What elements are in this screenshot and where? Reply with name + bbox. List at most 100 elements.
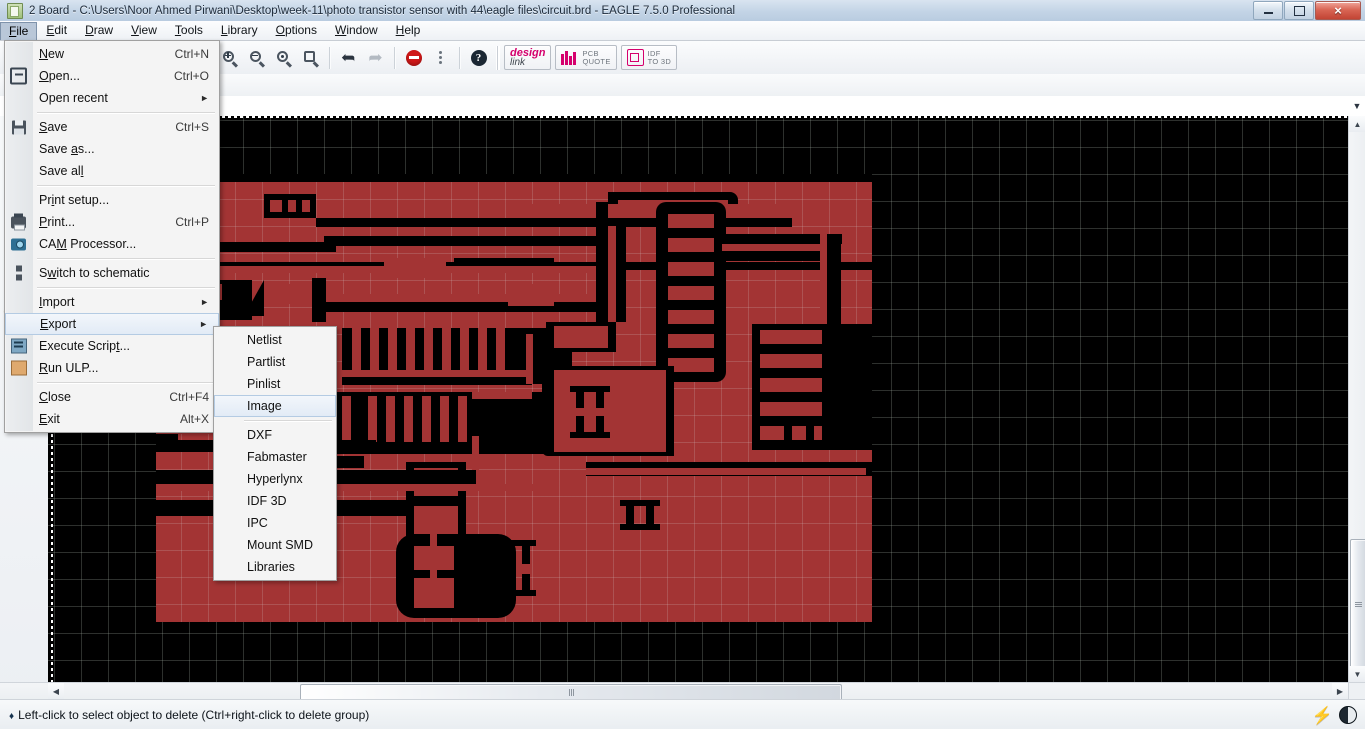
menu-item-open[interactable]: Open... Ctrl+O	[5, 65, 219, 87]
submenu-item-label: IDF 3D	[247, 494, 287, 508]
chevron-down-icon[interactable]: ▼	[1349, 97, 1365, 115]
submenu-item-label: Mount SMD	[247, 538, 313, 552]
submenu-item-fabmaster[interactable]: Fabmaster	[214, 446, 336, 468]
submenu-item-image[interactable]: Image	[214, 395, 336, 417]
status-right-icons: ⚡	[1312, 706, 1365, 724]
zoom-in-button[interactable]	[216, 44, 243, 71]
menu-item-label: New	[39, 47, 65, 61]
submenu-item-partlist[interactable]: Partlist	[214, 351, 336, 373]
submenu-arrow-icon: ►	[200, 93, 209, 103]
submenu-item-mount-smd[interactable]: Mount SMD	[214, 534, 336, 556]
submenu-item-netlist[interactable]: Netlist	[214, 329, 336, 351]
zoom-redraw-button[interactable]	[270, 44, 297, 71]
submenu-item-idf-3d[interactable]: IDF 3D	[214, 490, 336, 512]
help-button[interactable]: ?	[465, 44, 492, 71]
power-bolt-icon[interactable]: ⚡	[1312, 707, 1333, 724]
scroll-right-button[interactable]: ▶	[1332, 683, 1348, 700]
submenu-item-pinlist[interactable]: Pinlist	[214, 373, 336, 395]
pcb-quote-button[interactable]: PCB QUOTE	[555, 45, 617, 70]
submenu-item-hyperlynx[interactable]: Hyperlynx	[214, 468, 336, 490]
status-message: Left-click to select object to delete (C…	[18, 708, 370, 722]
menu-item-label: Close	[39, 390, 71, 404]
menu-item-print[interactable]: Print... Ctrl+P	[5, 211, 219, 233]
scroll-down-button[interactable]: ▼	[1349, 666, 1365, 682]
undo-button[interactable]: ➦	[335, 44, 362, 71]
horizontal-scrollbar[interactable]: ◀ ▶	[48, 682, 1348, 701]
design-link-label-2: link	[510, 57, 526, 68]
menu-item-label: Save all	[39, 164, 84, 178]
toolbar-separator-3	[394, 46, 395, 69]
save-icon	[10, 119, 27, 136]
idf-to-3d-button[interactable]: IDF TO 3D	[620, 45, 678, 70]
scroll-up-button[interactable]: ▲	[1349, 116, 1365, 132]
menu-item-import[interactable]: Import ►	[5, 291, 219, 313]
menu-item-execute-script[interactable]: Execute Script...	[5, 335, 219, 357]
scroll-left-button[interactable]: ◀	[48, 683, 64, 700]
menu-item-new[interactable]: New Ctrl+N	[5, 43, 219, 65]
design-link-button[interactable]: design link	[504, 45, 552, 70]
more-options-button[interactable]	[427, 44, 454, 71]
submenu-item-libraries[interactable]: Libraries	[214, 556, 336, 578]
status-marker-icon: ♦	[9, 711, 15, 722]
menu-options[interactable]: Options	[267, 21, 326, 40]
menu-item-exit[interactable]: Exit Alt+X	[5, 408, 219, 430]
submenu-item-label: Image	[247, 399, 282, 413]
menu-edit[interactable]: Edit	[37, 21, 76, 40]
stop-button[interactable]	[400, 44, 427, 71]
menu-library[interactable]: Library	[212, 21, 267, 40]
menu-item-save-as[interactable]: Save as...	[5, 138, 219, 160]
menu-item-run-ulp[interactable]: Run ULP...	[5, 357, 219, 379]
menu-item-label: Export	[40, 317, 77, 331]
menu-item-accel: Ctrl+F4	[169, 390, 209, 404]
menu-item-switch-to-schematic[interactable]: Switch to schematic	[5, 262, 219, 284]
redo-icon: ➦	[368, 48, 383, 67]
menu-item-label: Print...	[39, 215, 76, 229]
open-icon	[10, 67, 27, 85]
menu-item-cam-processor[interactable]: CAM Processor...	[5, 233, 219, 255]
window-controls: ×	[1252, 1, 1361, 20]
menu-item-save-all[interactable]: Save all	[5, 160, 219, 182]
menu-item-open-recent[interactable]: Open recent ►	[5, 87, 219, 109]
menu-item-export[interactable]: Export ►	[5, 313, 219, 335]
idf-to-3d-label-2: TO 3D	[647, 56, 672, 66]
stop-icon	[405, 49, 422, 66]
menu-separator	[37, 258, 215, 259]
contrast-icon[interactable]	[1339, 706, 1357, 724]
pcb-quote-icon	[561, 50, 578, 65]
minimize-icon	[1263, 12, 1273, 14]
menu-view[interactable]: View	[122, 21, 166, 40]
idf-to-3d-icon	[626, 49, 644, 66]
vertical-scroll-thumb[interactable]	[1350, 539, 1365, 669]
menu-item-save[interactable]: Save Ctrl+S	[5, 116, 219, 138]
menu-draw[interactable]: Draw	[76, 21, 122, 40]
menu-window[interactable]: Window	[326, 21, 387, 40]
submenu-item-label: Pinlist	[247, 377, 281, 391]
ulp-icon	[10, 360, 27, 377]
submenu-item-label: Libraries	[247, 560, 295, 574]
file-menu: New Ctrl+N Open... Ctrl+O Open recent ► …	[4, 40, 220, 433]
vertical-scrollbar[interactable]: ▲ ▼	[1348, 116, 1365, 682]
menu-item-accel: Ctrl+S	[175, 120, 209, 134]
restore-icon	[1293, 5, 1305, 16]
close-button[interactable]: ×	[1315, 1, 1361, 20]
menu-item-print-setup[interactable]: Print setup...	[5, 189, 219, 211]
app-icon	[7, 2, 23, 19]
submenu-item-label: Hyperlynx	[247, 472, 303, 486]
menu-item-close[interactable]: Close Ctrl+F4	[5, 386, 219, 408]
menu-file[interactable]: File	[0, 21, 38, 40]
toolbar-separator-4	[459, 46, 460, 69]
help-icon: ?	[470, 49, 487, 66]
zoom-out-button[interactable]	[243, 44, 270, 71]
zoom-select-button[interactable]	[297, 44, 324, 71]
submenu-item-ipc[interactable]: IPC	[214, 512, 336, 534]
redo-button[interactable]: ➦	[362, 44, 389, 71]
menu-tools[interactable]: Tools	[166, 21, 212, 40]
title-bar: 2 Board - C:\Users\Noor Ahmed Pirwani\De…	[0, 0, 1365, 22]
scroll-grip	[1355, 601, 1362, 607]
menu-help[interactable]: Help	[387, 21, 430, 40]
menu-item-accel: Alt+X	[179, 412, 209, 426]
minimize-button[interactable]	[1253, 1, 1283, 20]
restore-button[interactable]	[1284, 1, 1314, 20]
submenu-item-dxf[interactable]: DXF	[214, 424, 336, 446]
toolbar-grip[interactable]	[496, 45, 500, 70]
